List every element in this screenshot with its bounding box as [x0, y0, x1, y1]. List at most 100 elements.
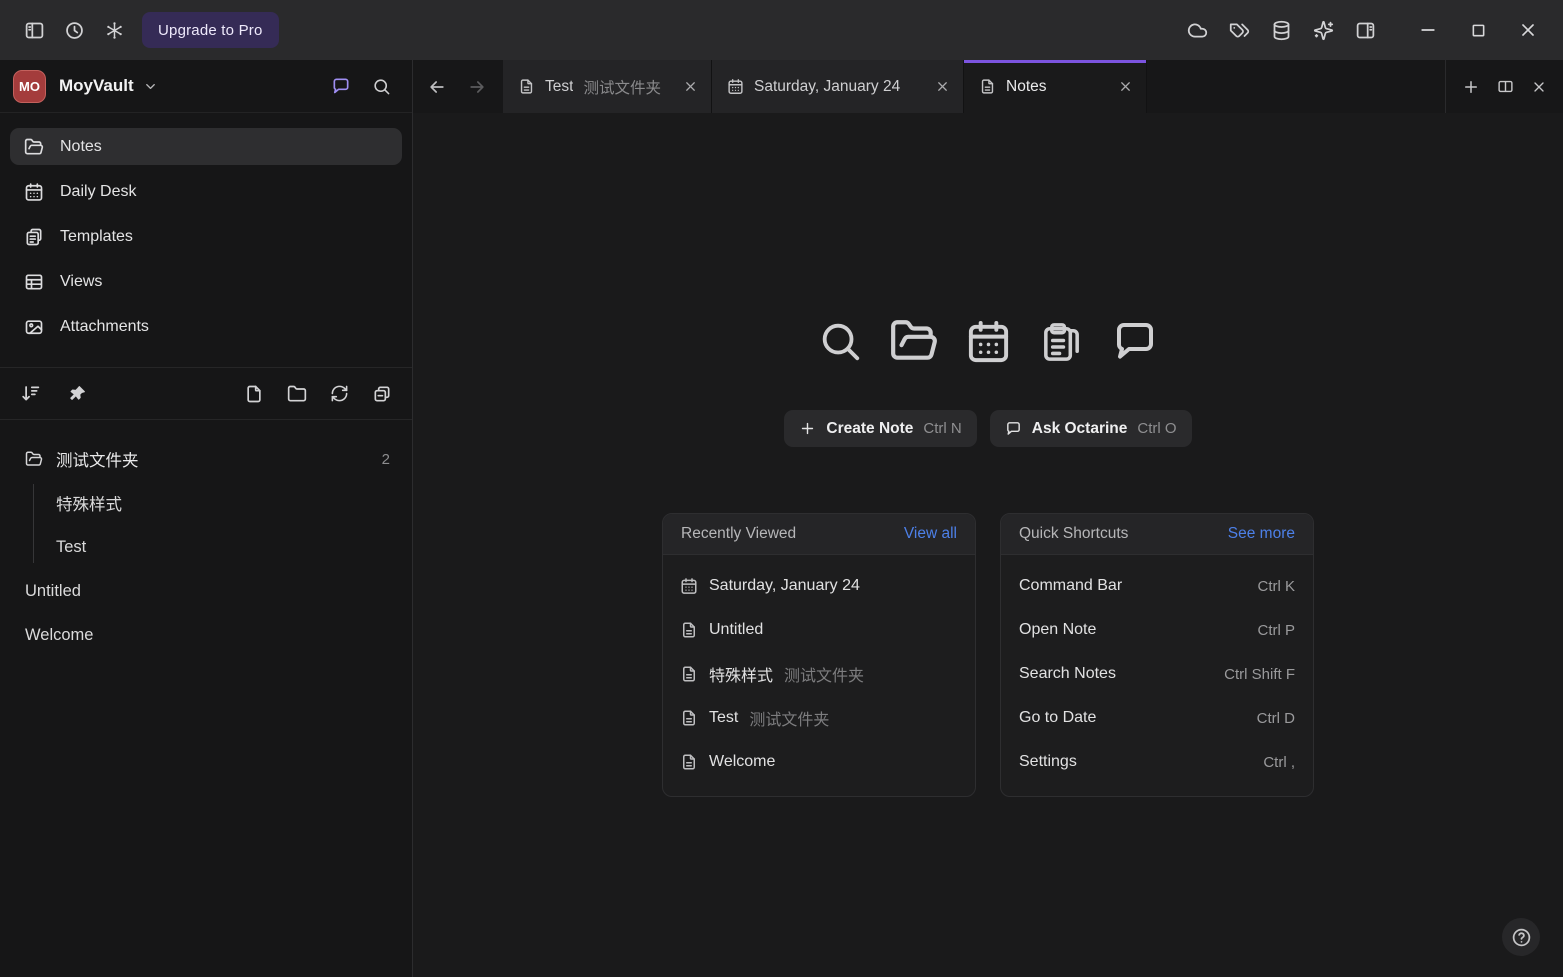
list-item[interactable]: Saturday, January 24 [663, 564, 975, 608]
toggle-sidebar-button[interactable] [14, 10, 54, 50]
cloud-icon [1187, 20, 1208, 41]
sidebar: MO MoyVault Notes Daily Desk [0, 60, 413, 977]
panel-title: Quick Shortcuts [1019, 525, 1128, 543]
vault-header[interactable]: MO MoyVault [0, 60, 412, 113]
tags-button[interactable] [1219, 10, 1259, 50]
split-view-button[interactable] [1497, 78, 1514, 95]
create-note-shortcut: Ctrl N [923, 420, 961, 437]
toggle-right-panel-button[interactable] [1345, 10, 1385, 50]
upgrade-to-pro-button[interactable]: Upgrade to Pro [142, 12, 279, 48]
quick-actions: Create Note Ctrl N Ask Octarine Ctrl O [784, 410, 1191, 447]
collapse-all-button[interactable] [372, 384, 392, 404]
file-tree: 测试文件夹 2 特殊样式 Test Untitled Welcome [0, 420, 412, 674]
sidebar-item-attachments[interactable]: Attachments [10, 308, 402, 345]
tab-label: Test [545, 78, 573, 96]
ai-assistant-button[interactable] [1303, 10, 1343, 50]
sidebar-item-templates[interactable]: Templates [10, 218, 402, 255]
chat-icon [1111, 317, 1159, 365]
pin-icon [67, 384, 87, 404]
sidebar-item-label: Attachments [60, 318, 149, 336]
create-note-button[interactable]: Create Note Ctrl N [784, 410, 976, 447]
vault-avatar[interactable]: MO [13, 70, 46, 103]
help-icon [1511, 927, 1532, 948]
close-tab-button[interactable] [1118, 79, 1133, 94]
new-file-icon [244, 384, 264, 404]
close-pane-button[interactable] [1531, 79, 1547, 95]
shortcut-label: Command Bar [1019, 577, 1122, 595]
sync-cloud-button[interactable] [1177, 10, 1217, 50]
shortcut-label: Settings [1019, 753, 1077, 771]
sidebar-item-views[interactable]: Views [10, 263, 402, 300]
maximize-button[interactable] [1457, 10, 1499, 50]
panel-title: Recently Viewed [681, 525, 796, 543]
list-item[interactable]: Open Note Ctrl P [1001, 608, 1313, 652]
list-item[interactable]: Go to Date Ctrl D [1001, 696, 1313, 740]
maximize-icon [1469, 21, 1488, 40]
new-folder-button[interactable] [287, 384, 307, 404]
tree-folder[interactable]: 测试文件夹 2 [0, 437, 412, 481]
shortcut-keys: Ctrl D [1257, 710, 1295, 727]
refresh-button[interactable] [330, 384, 349, 403]
list-item[interactable]: Test 测试文件夹 [663, 696, 975, 740]
new-tab-button[interactable] [1462, 78, 1480, 96]
close-window-button[interactable] [1507, 10, 1549, 50]
sync-icon [330, 384, 349, 403]
back-button[interactable] [427, 77, 447, 97]
tree-item[interactable]: Welcome [0, 613, 412, 657]
close-tab-button[interactable] [683, 79, 698, 94]
sidebar-item-notes[interactable]: Notes [10, 128, 402, 165]
close-tab-button[interactable] [935, 79, 950, 94]
tab-notes[interactable]: Notes [964, 60, 1147, 113]
list-item[interactable]: Untitled [663, 608, 975, 652]
see-more-link[interactable]: See more [1228, 525, 1295, 543]
sort-button[interactable] [20, 383, 41, 404]
help-button[interactable] [1502, 918, 1540, 956]
minimize-button[interactable] [1407, 10, 1449, 50]
tree-item[interactable]: Untitled [0, 569, 412, 613]
list-item[interactable]: Settings Ctrl , [1001, 740, 1313, 784]
search-button[interactable] [363, 68, 399, 104]
tree-folder-label: 测试文件夹 [56, 447, 139, 471]
pinned-notes-button[interactable] [67, 384, 87, 404]
tree-item[interactable]: Test [56, 525, 412, 569]
calendar-icon [727, 78, 744, 95]
database-button[interactable] [1261, 10, 1301, 50]
tags-icon [1229, 20, 1250, 41]
graph-button[interactable] [94, 10, 134, 50]
panel-right-icon [1355, 20, 1376, 41]
sidebar-item-label: Daily Desk [60, 183, 136, 201]
new-note-button[interactable] [244, 384, 264, 404]
folder-open-icon [889, 316, 939, 366]
vault-actions [323, 68, 399, 104]
close-icon [1531, 79, 1547, 95]
chat-button[interactable] [323, 68, 359, 104]
folder-open-icon [24, 137, 44, 157]
tab-saturday-january-24[interactable]: Saturday, January 24 [712, 60, 964, 113]
templates-icon [24, 227, 44, 247]
tab-test[interactable]: Test 测试文件夹 [503, 60, 712, 113]
titlebar: Upgrade to Pro [0, 0, 1563, 60]
shortcut-keys: Ctrl Shift F [1224, 666, 1295, 683]
file-text-icon [680, 753, 698, 771]
tree-item[interactable]: 特殊样式 [56, 481, 412, 525]
vault-name[interactable]: MoyVault [59, 76, 134, 96]
sort-descending-icon [20, 383, 41, 404]
quick-shortcuts-panel: Quick Shortcuts See more Command Bar Ctr… [1000, 513, 1314, 797]
view-all-link[interactable]: View all [904, 525, 957, 543]
history-button[interactable] [54, 10, 94, 50]
window-controls [1407, 10, 1549, 50]
file-text-icon [518, 78, 535, 95]
ask-octarine-button[interactable]: Ask Octarine Ctrl O [990, 410, 1192, 447]
list-item[interactable]: Search Notes Ctrl Shift F [1001, 652, 1313, 696]
item-label: Untitled [709, 621, 763, 639]
collapse-all-icon [372, 384, 392, 404]
forward-button[interactable] [467, 77, 487, 97]
sidebar-item-daily-desk[interactable]: Daily Desk [10, 173, 402, 210]
item-folder-label: 测试文件夹 [784, 662, 864, 686]
list-item[interactable]: Welcome [663, 740, 975, 784]
plus-icon [799, 420, 816, 437]
list-item[interactable]: 特殊样式 测试文件夹 [663, 652, 975, 696]
item-label: Saturday, January 24 [709, 577, 860, 595]
quick-shortcuts-header: Quick Shortcuts See more [1001, 514, 1313, 555]
list-item[interactable]: Command Bar Ctrl K [1001, 564, 1313, 608]
